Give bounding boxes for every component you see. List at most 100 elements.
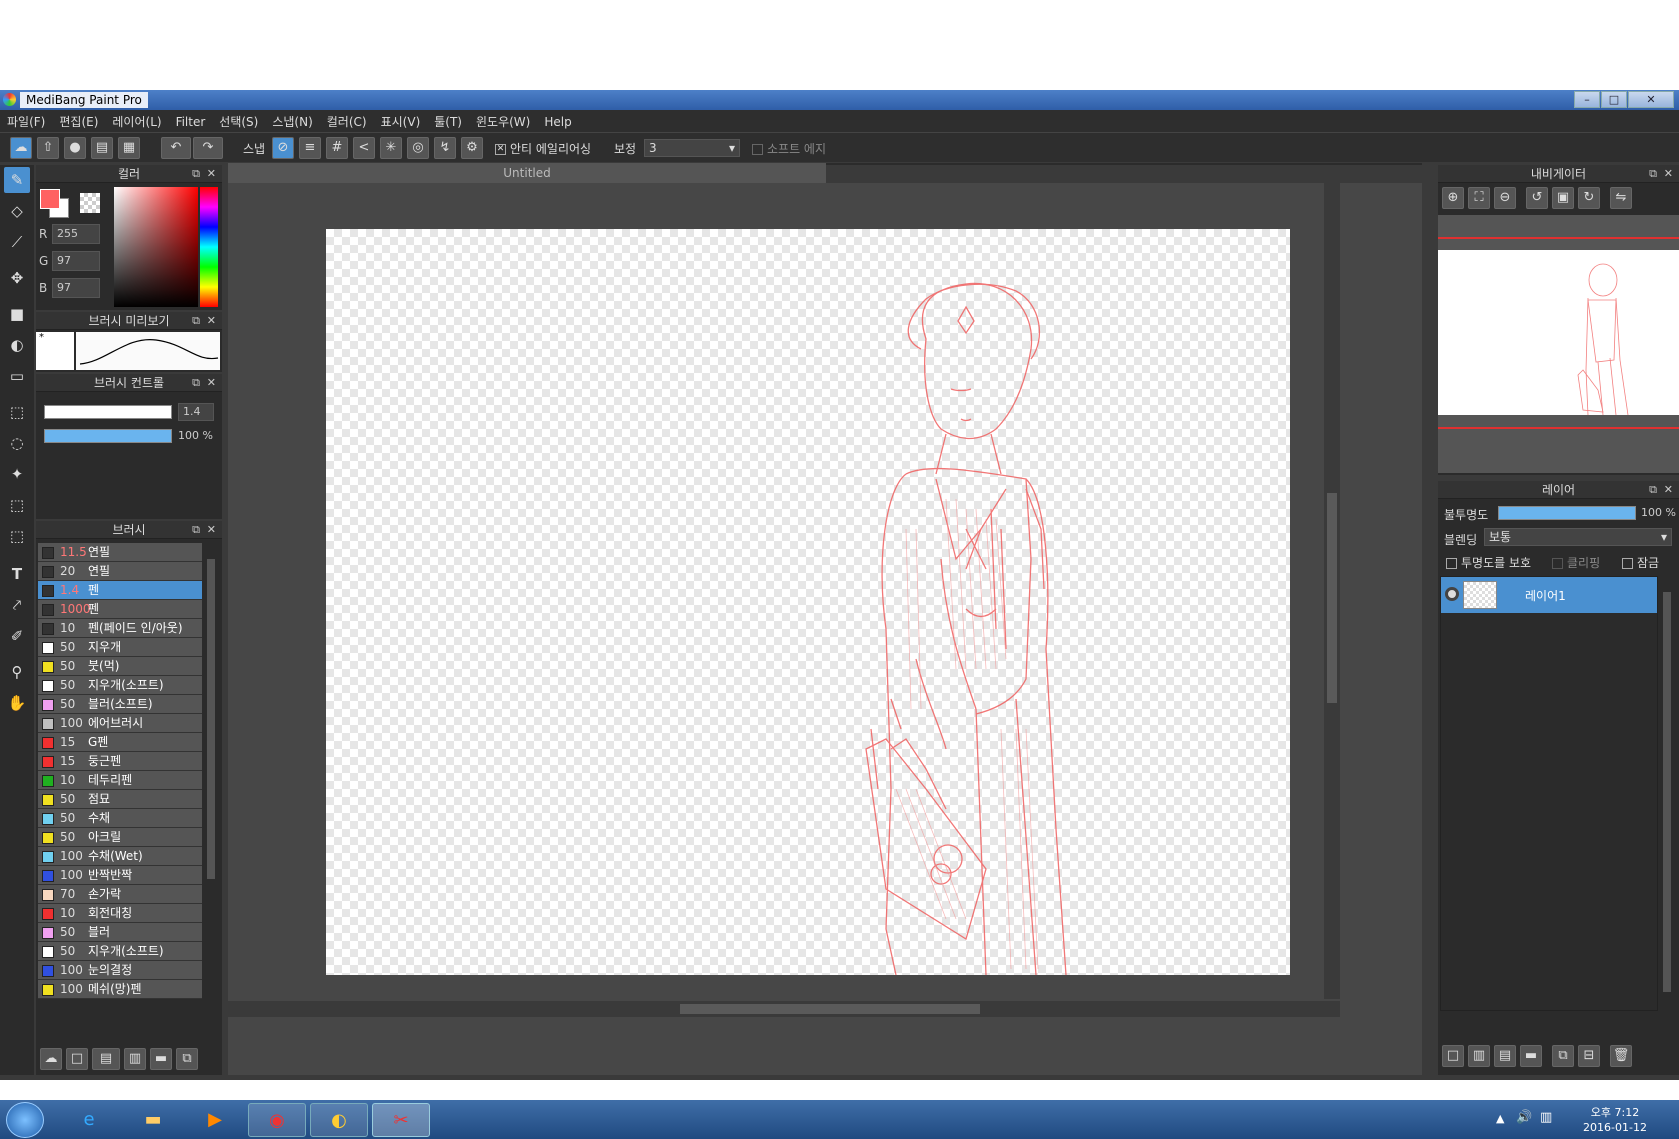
eye-visibility-icon[interactable] <box>1445 587 1459 601</box>
clock-time[interactable]: 오후 7:12 <box>1580 1104 1650 1120</box>
cloud-icon[interactable]: ☁ <box>10 137 32 159</box>
scrollbar-thumb[interactable] <box>1663 592 1671 992</box>
hand-tool-icon[interactable]: ✋ <box>4 690 30 716</box>
brush-item[interactable]: 50 아크릴 <box>38 828 202 847</box>
select-rect-icon[interactable]: ⬚ <box>4 399 30 425</box>
magic-wand-icon[interactable]: ✦ <box>4 461 30 487</box>
new-mono-layer-icon[interactable]: ▤ <box>1494 1045 1516 1067</box>
r-input[interactable]: 255 <box>52 224 100 244</box>
close-panel-icon[interactable]: ✕ <box>207 312 216 330</box>
undock-icon[interactable]: ⧉ <box>1649 165 1657 183</box>
undo-button[interactable]: ↶ <box>161 137 191 159</box>
add-brush-menu-icon[interactable]: ▤ <box>92 1048 120 1070</box>
undock-icon[interactable]: ⧉ <box>192 374 200 392</box>
correction-select[interactable]: 3 ▾ <box>644 139 740 157</box>
brush-item[interactable]: 11.5 연필 <box>38 543 202 562</box>
maximize-button[interactable]: □ <box>1601 91 1627 108</box>
menu-view[interactable]: 표시(V) <box>374 110 428 133</box>
brush-item[interactable]: 100 눈의결정 <box>38 961 202 980</box>
brush-item[interactable]: 50 지우개(소프트) <box>38 676 202 695</box>
g-input[interactable]: 97 <box>52 251 100 271</box>
trash-icon[interactable]: 🗑 <box>1610 1045 1632 1067</box>
brush-list-scrollbar[interactable] <box>204 543 218 1005</box>
brush-item[interactable]: 50 붓(먹) <box>38 657 202 676</box>
zoom-in-icon[interactable]: ⊕ <box>1442 187 1464 209</box>
menu-layer[interactable]: 레이어(L) <box>105 110 168 133</box>
close-panel-icon[interactable]: ✕ <box>1664 481 1673 499</box>
upload-icon[interactable]: ⇧ <box>37 137 59 159</box>
menu-color[interactable]: 컬러(C) <box>320 110 374 133</box>
undock-icon[interactable]: ⧉ <box>192 312 200 330</box>
zoom-out-icon[interactable]: ⊖ <box>1494 187 1516 209</box>
snap-off-icon[interactable]: ⊘ <box>272 137 294 159</box>
file-explorer-icon[interactable]: ▬ <box>124 1103 182 1137</box>
brush-item[interactable]: 10 테두리펜 <box>38 771 202 790</box>
snipping-tool-icon[interactable]: ✂ <box>372 1103 430 1137</box>
undock-icon[interactable]: ⧉ <box>192 165 200 183</box>
menu-filter[interactable]: Filter <box>169 112 213 132</box>
canvas-vertical-scrollbar[interactable] <box>1324 183 1340 999</box>
grid-layout-icon[interactable]: ▦ <box>118 137 140 159</box>
hue-slider[interactable] <box>200 187 218 307</box>
operation-tool-icon[interactable]: ⤤ <box>4 592 30 618</box>
brush-opacity-slider[interactable] <box>44 429 172 443</box>
snap-parallel-icon[interactable]: ≡ <box>299 137 321 159</box>
clock-date[interactable]: 2016-01-12 <box>1570 1121 1660 1134</box>
new-halftone-layer-icon[interactable]: ▥ <box>1468 1045 1490 1067</box>
document-icon[interactable]: ▤ <box>91 137 113 159</box>
brush-properties-icon[interactable]: ▥ <box>124 1048 146 1070</box>
new-layer-icon[interactable]: □ <box>1442 1045 1464 1067</box>
dot-tool-icon[interactable]: ⟋ <box>4 229 30 255</box>
divide-tool-icon[interactable]: ✐ <box>4 623 30 649</box>
brush-item[interactable]: 100 수채(Wet) <box>38 847 202 866</box>
vertical-scroll-thumb[interactable] <box>1327 493 1337 703</box>
scrollbar-thumb[interactable] <box>207 559 215 879</box>
fill-tool-icon[interactable]: ◐ <box>4 332 30 358</box>
close-panel-icon[interactable]: ✕ <box>207 165 216 183</box>
clipping-checkbox[interactable]: 클리핑 <box>1552 554 1600 571</box>
minimize-button[interactable]: – <box>1574 91 1600 108</box>
canvas-area[interactable] <box>228 183 1422 1075</box>
reset-view-icon[interactable]: ▣ <box>1552 187 1574 209</box>
text-tool-icon[interactable]: T <box>4 561 30 587</box>
close-panel-icon[interactable]: ✕ <box>207 521 216 539</box>
new-brush-icon[interactable]: □ <box>66 1048 88 1070</box>
brush-item[interactable]: 1000 펜 <box>38 600 202 619</box>
layer-list-scrollbar[interactable] <box>1660 576 1674 1011</box>
menu-snap[interactable]: 스냅(N) <box>265 110 319 133</box>
flip-icon[interactable]: ⇋ <box>1610 187 1632 209</box>
redo-button[interactable]: ↷ <box>193 137 223 159</box>
lasso-tool-icon[interactable]: ◌ <box>4 430 30 456</box>
shape-tool-icon[interactable]: ■ <box>4 301 30 327</box>
comment-icon[interactable]: ● <box>64 137 86 159</box>
brush-item[interactable]: 100 반짝반짝 <box>38 866 202 885</box>
transparent-color-swatch[interactable] <box>80 193 100 213</box>
brush-item[interactable]: 100 에어브러시 <box>38 714 202 733</box>
brush-item[interactable]: 50 지우개(소프트) <box>38 942 202 961</box>
network-icon[interactable]: ▥ <box>1540 1110 1552 1125</box>
lock-checkbox[interactable]: 잠금 <box>1622 554 1659 571</box>
layer-opacity-slider[interactable] <box>1498 506 1636 520</box>
brush-size-slider[interactable] <box>44 405 172 419</box>
brush-item[interactable]: 1.4 펜 <box>38 581 202 600</box>
volume-icon[interactable]: 🔊 <box>1516 1110 1532 1125</box>
menu-window[interactable]: 윈도우(W) <box>469 110 537 133</box>
brush-item[interactable]: 10 펜(페이드 인/아웃) <box>38 619 202 638</box>
move-tool-icon[interactable]: ✥ <box>4 265 30 291</box>
snap-circle-icon[interactable]: ◎ <box>407 137 429 159</box>
saturation-value-picker[interactable] <box>114 187 198 307</box>
brush-item[interactable]: 50 블러 <box>38 923 202 942</box>
snap-settings-icon[interactable]: ⚙ <box>461 137 483 159</box>
brush-item[interactable]: 10 회전대칭 <box>38 904 202 923</box>
select-pen-icon[interactable]: ⬚ <box>4 492 30 518</box>
internet-explorer-icon[interactable]: e <box>60 1103 118 1137</box>
foreground-color-swatch[interactable] <box>40 189 60 209</box>
brush-item[interactable]: 70 손가락 <box>38 885 202 904</box>
rotate-right-icon[interactable]: ↻ <box>1578 187 1600 209</box>
soft-edge-checkbox[interactable]: 소프트 에지 <box>752 140 826 157</box>
drawing-canvas[interactable] <box>326 229 1290 975</box>
close-button[interactable]: ✕ <box>1628 91 1674 108</box>
protect-alpha-checkbox[interactable]: 투명도를 보호 <box>1446 554 1531 571</box>
menu-select[interactable]: 선택(S) <box>212 110 265 133</box>
eyedropper-icon[interactable]: ⚲ <box>4 659 30 685</box>
